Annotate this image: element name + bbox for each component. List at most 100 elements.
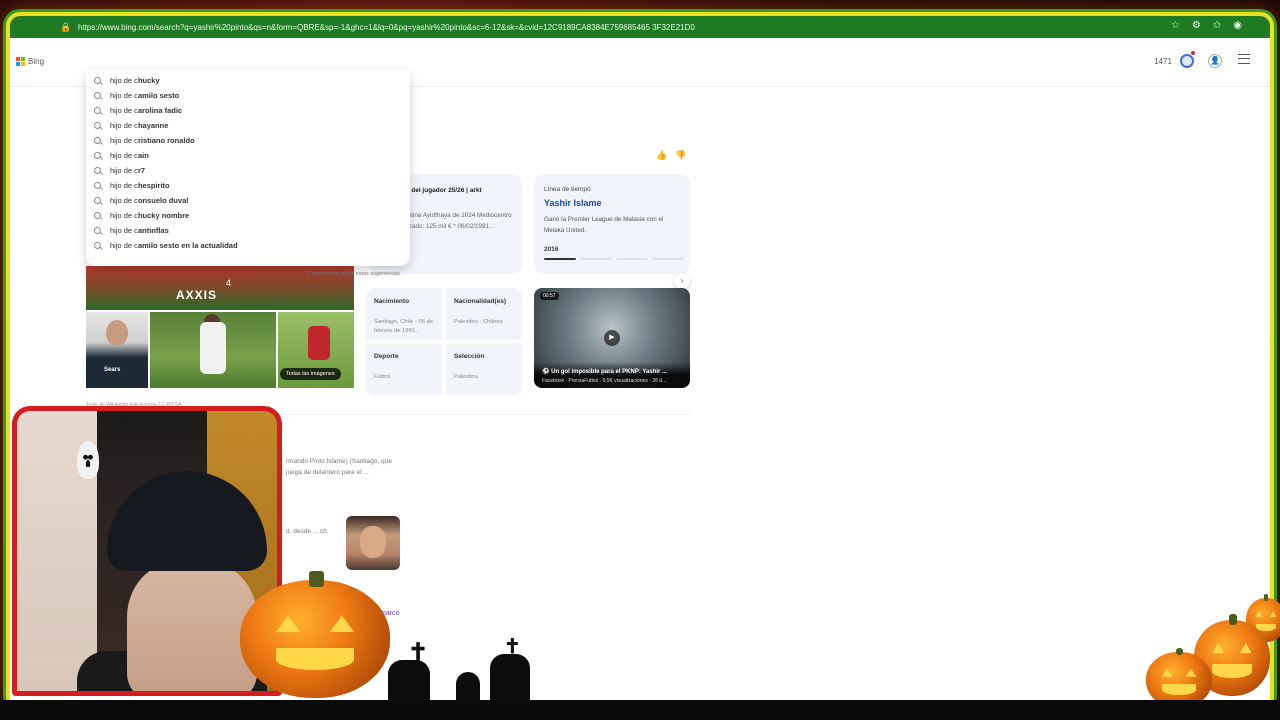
play-icon[interactable]: ▶ [604, 330, 620, 346]
suggestion-item[interactable]: hijo de c amilo sesto [86, 88, 410, 103]
fact-value: Fútbol [374, 374, 391, 380]
search-icon [94, 212, 101, 219]
feedback: 👍 👎 [656, 150, 686, 161]
suggestion-prefix: hijo de c [110, 76, 138, 85]
suggestion-item[interactable]: hijo de c onsuelo duval [86, 193, 410, 208]
player-body [308, 326, 330, 360]
search-icon [94, 107, 101, 114]
suggestion-prefix: hijo de c [110, 226, 138, 235]
bing-logo-text: Bing [28, 57, 45, 66]
suggestion-prefix: hijo de c [110, 181, 138, 190]
profile-icon[interactable]: ◉ [1233, 20, 1242, 32]
suggestion-completion: hespirito [137, 181, 170, 190]
menu-icon[interactable] [1238, 54, 1250, 64]
video-duration: 00:57 [540, 292, 559, 300]
video-title: ⚽ Un gol imposible para el PKNP: Yashir … [542, 369, 668, 375]
user-icon[interactable]: 👤 [1208, 54, 1222, 68]
suggestion-completion: ristiano ronaldo [137, 136, 195, 145]
suggestion-item[interactable]: hijo de c ain [86, 148, 410, 163]
suggestion-prefix: hijo de c [110, 106, 138, 115]
rewards-medal-icon [1180, 51, 1195, 68]
wiki-photo[interactable] [346, 516, 400, 570]
suggestion-completion: hayanne [137, 121, 169, 130]
search-icon [94, 182, 101, 189]
microsoft-logo-icon [16, 57, 25, 66]
search-icon [94, 152, 101, 159]
suggestions-dropdown: hijo de c hucky hijo de c amilo sesto hijo d… [86, 70, 410, 277]
timeline-name: Yashir Islame [544, 198, 602, 208]
star-icon[interactable]: ☆ [1171, 20, 1180, 32]
lock-icon: 🔒 [60, 22, 72, 32]
wiki-snippet-2: d, desde ... ch. [286, 528, 329, 535]
search-icon [94, 137, 101, 144]
search-icon [94, 167, 101, 174]
ground [0, 700, 1280, 720]
thumbs-down-icon[interactable]: 👎 [675, 150, 686, 161]
carousel-next-button[interactable]: › [674, 273, 690, 289]
suggestion-item[interactable]: hijo de c hespirito [86, 178, 410, 193]
extensions-icon[interactable]: ⚙ [1192, 20, 1201, 32]
suggestion-prefix: hijo de c [110, 241, 138, 250]
timeline-progress [544, 258, 684, 260]
fact-birth[interactable]: Nacimiento Santiago, Chile - 06 de febre… [366, 288, 442, 340]
search-icon [94, 92, 101, 99]
suggestion-prefix: hijo de c [110, 166, 138, 175]
fact-national-team[interactable]: Selección Palestina [446, 343, 522, 395]
search-icon [94, 77, 101, 84]
suggestion-item[interactable]: hijo de c antinflas [86, 223, 410, 238]
fact-nationality[interactable]: Nacionalidad(es) Palestino · Chilena [446, 288, 522, 340]
suggestion-item[interactable]: hijo de c r7 [86, 163, 410, 178]
suggestion-completion: hucky nombre [137, 211, 190, 220]
suggestion-prefix: hijo de c [110, 196, 138, 205]
suggestion-completion: ain [137, 151, 149, 160]
thumbs-up-icon[interactable]: 👍 [656, 150, 667, 161]
favorites-icon[interactable]: ✩ [1213, 20, 1221, 32]
suggestion-item[interactable]: hijo de c arolina fadic [86, 103, 410, 118]
bing-logo[interactable]: Bing [16, 57, 44, 66]
timeline-kicker: Línea de tiempo [544, 186, 591, 193]
address-bar[interactable]: 🔒 https://www.bing.com/search?q=yashir%2… [10, 16, 1270, 38]
suggestion-item[interactable]: hijo de c ristiano ronaldo [86, 133, 410, 148]
ghost-mask-icon [77, 441, 99, 479]
stream-stage: 🔒 https://www.bing.com/search?q=yashir%2… [0, 0, 1280, 720]
fact-value: Palestina [454, 374, 478, 380]
suggestion-completion: antinflas [137, 226, 169, 235]
rewards[interactable]: 1471 [1154, 51, 1195, 68]
player-body [200, 322, 226, 374]
suggestion-completion: amilo sesto [137, 91, 180, 100]
jersey-brand: Sears [104, 367, 121, 373]
search-icon [94, 197, 101, 204]
all-images-button[interactable]: Todas las imágenes [280, 368, 341, 380]
fact-value: Palestino · Chilena [454, 319, 503, 325]
banner-text: AXXIS [176, 288, 218, 302]
suggestions-feedback-link[interactable]: Comentarios sobre estas sugerencias [308, 271, 400, 277]
suggestion-item[interactable]: hijo de c hucky [86, 73, 410, 88]
fact-sport[interactable]: Deporte Fútbol [366, 343, 442, 395]
timeline-year: 2016 [544, 246, 559, 253]
suggestion-item[interactable]: hijo de c hayanne [86, 118, 410, 133]
fact-label: Nacionalidad(es) [454, 298, 507, 305]
suggestion-completion: hucky [137, 76, 160, 85]
suggestions-list: hijo de c hucky hijo de c amilo sesto hijo d… [86, 70, 410, 253]
image-white-kit[interactable] [150, 312, 276, 388]
image-portrait[interactable]: Sears [86, 312, 148, 388]
fact-label: Deporte [374, 353, 399, 360]
timeline-card[interactable]: Línea de tiempo Yashir Islame Ganó la Pr… [534, 174, 690, 274]
suggestion-completion: amilo sesto en la actualidad [137, 241, 238, 250]
url-text[interactable]: https://www.bing.com/search?q=yashir%20p… [78, 23, 978, 32]
fact-label: Selección [454, 353, 485, 360]
jack-o-lantern-icon [240, 570, 390, 698]
suggestion-prefix: hijo de c [110, 211, 138, 220]
jersey-number: 4 [226, 278, 232, 288]
suggestion-item[interactable]: hijo de c amilo sesto en la actualidad [86, 238, 410, 253]
video-source: Facebook · PrensaFútbol · 9,5K visualiza… [542, 378, 667, 384]
portrait-head [106, 320, 128, 346]
search-icon [94, 122, 101, 129]
suggestion-completion: r7 [137, 166, 146, 175]
fact-value: Santiago, Chile - 06 de febrero de 1991.… [374, 319, 433, 334]
photo-face [360, 526, 386, 558]
wiki-snippet: rmando Pinto Islame) (Santiago, que jueg… [286, 458, 392, 476]
video-card[interactable]: 00:57 ▶ ⚽ Un gol imposible para el PKNP:… [534, 288, 690, 388]
suggestion-prefix: hijo de c [110, 136, 138, 145]
suggestion-item[interactable]: hijo de c hucky nombre [86, 208, 410, 223]
